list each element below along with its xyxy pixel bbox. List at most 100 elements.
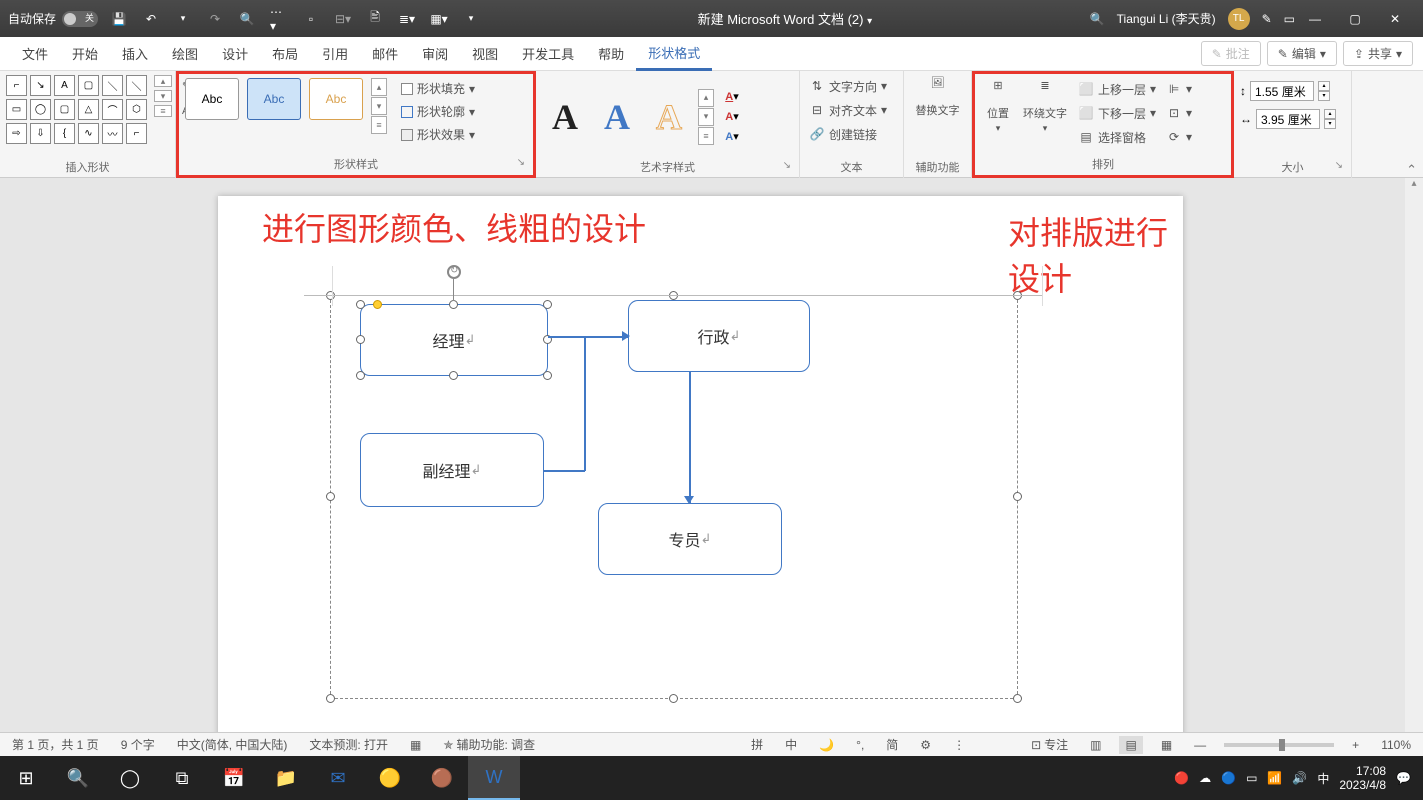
zoom-level[interactable]: 110% bbox=[1377, 738, 1415, 752]
send-backward-button[interactable]: ⬜下移一层 ▾ bbox=[1075, 102, 1159, 124]
style-thumb-2[interactable]: Abc bbox=[247, 78, 301, 120]
collapse-ribbon-button[interactable]: ⌃ bbox=[1406, 162, 1417, 178]
ime-more[interactable]: ⋮ bbox=[949, 738, 969, 752]
undo-dropdown[interactable]: ▾ bbox=[174, 10, 192, 28]
width-input[interactable] bbox=[1256, 109, 1320, 129]
notifications-button[interactable]: 💬 bbox=[1396, 771, 1411, 785]
wordart-thumb-1[interactable]: A bbox=[542, 96, 588, 138]
pen-mode-icon[interactable]: ✎ bbox=[1262, 12, 1272, 26]
text-fill-button[interactable]: A▾ bbox=[720, 88, 744, 106]
document-canvas[interactable]: 进行图形颜色、线粗的设计 对排版进行设计 经理↲ bbox=[0, 178, 1423, 756]
shape-arrowr-icon[interactable]: ⇨ bbox=[6, 123, 27, 144]
start-button[interactable]: ⊞ bbox=[0, 756, 52, 800]
ime-punct[interactable]: °, bbox=[852, 738, 868, 752]
tab-draw[interactable]: 绘图 bbox=[160, 37, 210, 71]
tab-shape-format[interactable]: 形状格式 bbox=[636, 37, 712, 71]
wordart-more[interactable]: ≡ bbox=[698, 127, 714, 145]
ime-ch[interactable]: 拼 bbox=[747, 736, 767, 753]
vertical-scrollbar[interactable]: ▴ bbox=[1405, 178, 1423, 756]
connector-to-vice[interactable] bbox=[544, 470, 585, 472]
shapes-gallery[interactable]: ⌐ ↘ A ▢ ＼ ＼ ▭ ◯ ▢ △ ⌒ ⬡ ⇨ ⇩ { ∿ 〰 ⌐ bbox=[6, 75, 147, 158]
connector-manager-admin[interactable] bbox=[548, 336, 628, 338]
redo-button[interactable]: ↷ bbox=[206, 10, 224, 28]
ime-half[interactable]: 🌙 bbox=[815, 738, 838, 752]
wordart-launcher[interactable]: ↘ bbox=[783, 156, 791, 176]
shape-admin[interactable]: 行政↲ bbox=[628, 300, 810, 372]
shape-arrowd-icon[interactable]: ⇩ bbox=[30, 123, 51, 144]
position-button[interactable]: ⊞位置▾ bbox=[981, 78, 1015, 155]
battery-icon[interactable]: ▭ bbox=[1246, 771, 1257, 785]
shape-width-field[interactable]: ↔ ▴▾ bbox=[1240, 109, 1336, 129]
close-button[interactable]: ✕ bbox=[1375, 4, 1415, 34]
tab-developer[interactable]: 开发工具 bbox=[510, 37, 586, 71]
ime-simp[interactable]: 简 bbox=[882, 736, 902, 753]
shape-connector-icon[interactable]: ⌐ bbox=[6, 75, 27, 96]
text-effects-button[interactable]: A▾ bbox=[720, 128, 744, 146]
tab-home[interactable]: 开始 bbox=[60, 37, 110, 71]
selection-pane-button[interactable]: ▤选择窗格 bbox=[1075, 126, 1159, 148]
zoom-slider[interactable] bbox=[1224, 743, 1334, 747]
undo-button[interactable]: ↶ bbox=[142, 10, 160, 28]
titlebar-search-icon[interactable]: 🔍 bbox=[1090, 12, 1105, 26]
wifi-icon[interactable]: 📶 bbox=[1267, 771, 1282, 785]
shape-staff[interactable]: 专员↲ bbox=[598, 503, 782, 575]
shape-vice-manager[interactable]: 副经理↲ bbox=[360, 433, 544, 507]
styles-scroll-down[interactable]: ▾ bbox=[371, 97, 387, 115]
align-text-button[interactable]: ⊟对齐文本 ▾ bbox=[806, 99, 890, 121]
shape-triangle-icon[interactable]: △ bbox=[78, 99, 99, 120]
word-count[interactable]: 9 个字 bbox=[117, 736, 159, 753]
shapes-more[interactable]: ≡ bbox=[154, 105, 172, 117]
pinned-app[interactable]: 🟤 bbox=[416, 756, 468, 800]
tab-mailings[interactable]: 邮件 bbox=[360, 37, 410, 71]
document-title[interactable]: 新建 Microsoft Word 文档 (2) ▾ bbox=[480, 9, 1090, 28]
shape-effects-button[interactable]: 形状效果 ▾ bbox=[397, 124, 479, 145]
shape-styles-gallery[interactable]: Abc Abc Abc ▴ ▾ ≡ bbox=[185, 78, 387, 155]
tab-references[interactable]: 引用 bbox=[310, 37, 360, 71]
size-launcher[interactable]: ↘ bbox=[1335, 156, 1343, 176]
style-thumb-1[interactable]: Abc bbox=[185, 78, 239, 120]
rotate-handle[interactable] bbox=[447, 265, 461, 279]
alt-text-button[interactable]: 🖼 替换文字 bbox=[912, 75, 964, 158]
qat-icon-1[interactable]: ▫ bbox=[302, 10, 320, 28]
qat-icon-2[interactable]: ⊟▾ bbox=[334, 10, 352, 28]
width-down[interactable]: ▾ bbox=[1324, 119, 1336, 129]
cortana-button[interactable]: ◯ bbox=[104, 756, 156, 800]
text-outline-button[interactable]: A▾ bbox=[720, 108, 744, 126]
shape-styles-launcher[interactable]: ↘ bbox=[517, 153, 525, 173]
height-up[interactable]: ▴ bbox=[1318, 81, 1330, 91]
bring-forward-button[interactable]: ⬜上移一层 ▾ bbox=[1075, 78, 1159, 100]
task-view-button[interactable]: ⧉ bbox=[156, 756, 208, 800]
tab-file[interactable]: 文件 bbox=[10, 37, 60, 71]
qat-icon-5[interactable]: ▦▾ bbox=[430, 10, 448, 28]
page[interactable]: 进行图形颜色、线粗的设计 对排版进行设计 经理↲ bbox=[218, 196, 1183, 756]
shape-curve-icon[interactable]: ∿ bbox=[78, 123, 99, 144]
calendar-app[interactable]: 📅 bbox=[208, 756, 260, 800]
annotate-button[interactable]: ✎ 批注 bbox=[1201, 41, 1261, 66]
shape-hex-icon[interactable]: ⬡ bbox=[126, 99, 147, 120]
taskbar-search[interactable]: 🔍 bbox=[52, 756, 104, 800]
zoom-in[interactable]: + bbox=[1348, 738, 1363, 752]
wrap-text-button[interactable]: ≣环绕文字▾ bbox=[1019, 78, 1071, 155]
text-predict[interactable]: 文本预测: 打开 bbox=[305, 736, 392, 753]
qat-icon-4[interactable]: ≣▾ bbox=[398, 10, 416, 28]
wordart-thumb-3[interactable]: A bbox=[646, 96, 692, 138]
minimize-button[interactable]: — bbox=[1295, 4, 1335, 34]
rotate-objects-button[interactable]: ⟳▾ bbox=[1163, 126, 1195, 148]
wordart-thumb-2[interactable]: A bbox=[594, 96, 640, 138]
shape-bracket-icon[interactable]: { bbox=[54, 123, 75, 144]
clock[interactable]: 17:08 2023/4/8 bbox=[1339, 764, 1386, 793]
shape-outline-button[interactable]: 形状轮廓 ▾ bbox=[397, 101, 479, 122]
ime-indicator[interactable]: 中 bbox=[1317, 770, 1329, 787]
qat-more-1[interactable]: ⋯▾ bbox=[270, 10, 288, 28]
tray-icon-3[interactable]: 🔵 bbox=[1221, 771, 1236, 785]
shape-fill-button[interactable]: 形状填充 ▾ bbox=[397, 78, 479, 99]
styles-more[interactable]: ≡ bbox=[371, 116, 387, 134]
accessibility-check[interactable]: ✯ 辅助功能: 调查 bbox=[439, 736, 539, 753]
tab-insert[interactable]: 插入 bbox=[110, 37, 160, 71]
edit-mode-button[interactable]: ✎ 编辑 ▾ bbox=[1267, 41, 1337, 66]
group-objects-button[interactable]: ⊡▾ bbox=[1163, 102, 1195, 124]
create-link-button[interactable]: 🔗创建链接 bbox=[806, 123, 890, 145]
language-indicator[interactable]: 中文(简体, 中国大陆) bbox=[173, 736, 292, 753]
shapes-scroll-down[interactable]: ▾ bbox=[154, 90, 172, 102]
align-objects-button[interactable]: ⊫▾ bbox=[1163, 78, 1195, 100]
